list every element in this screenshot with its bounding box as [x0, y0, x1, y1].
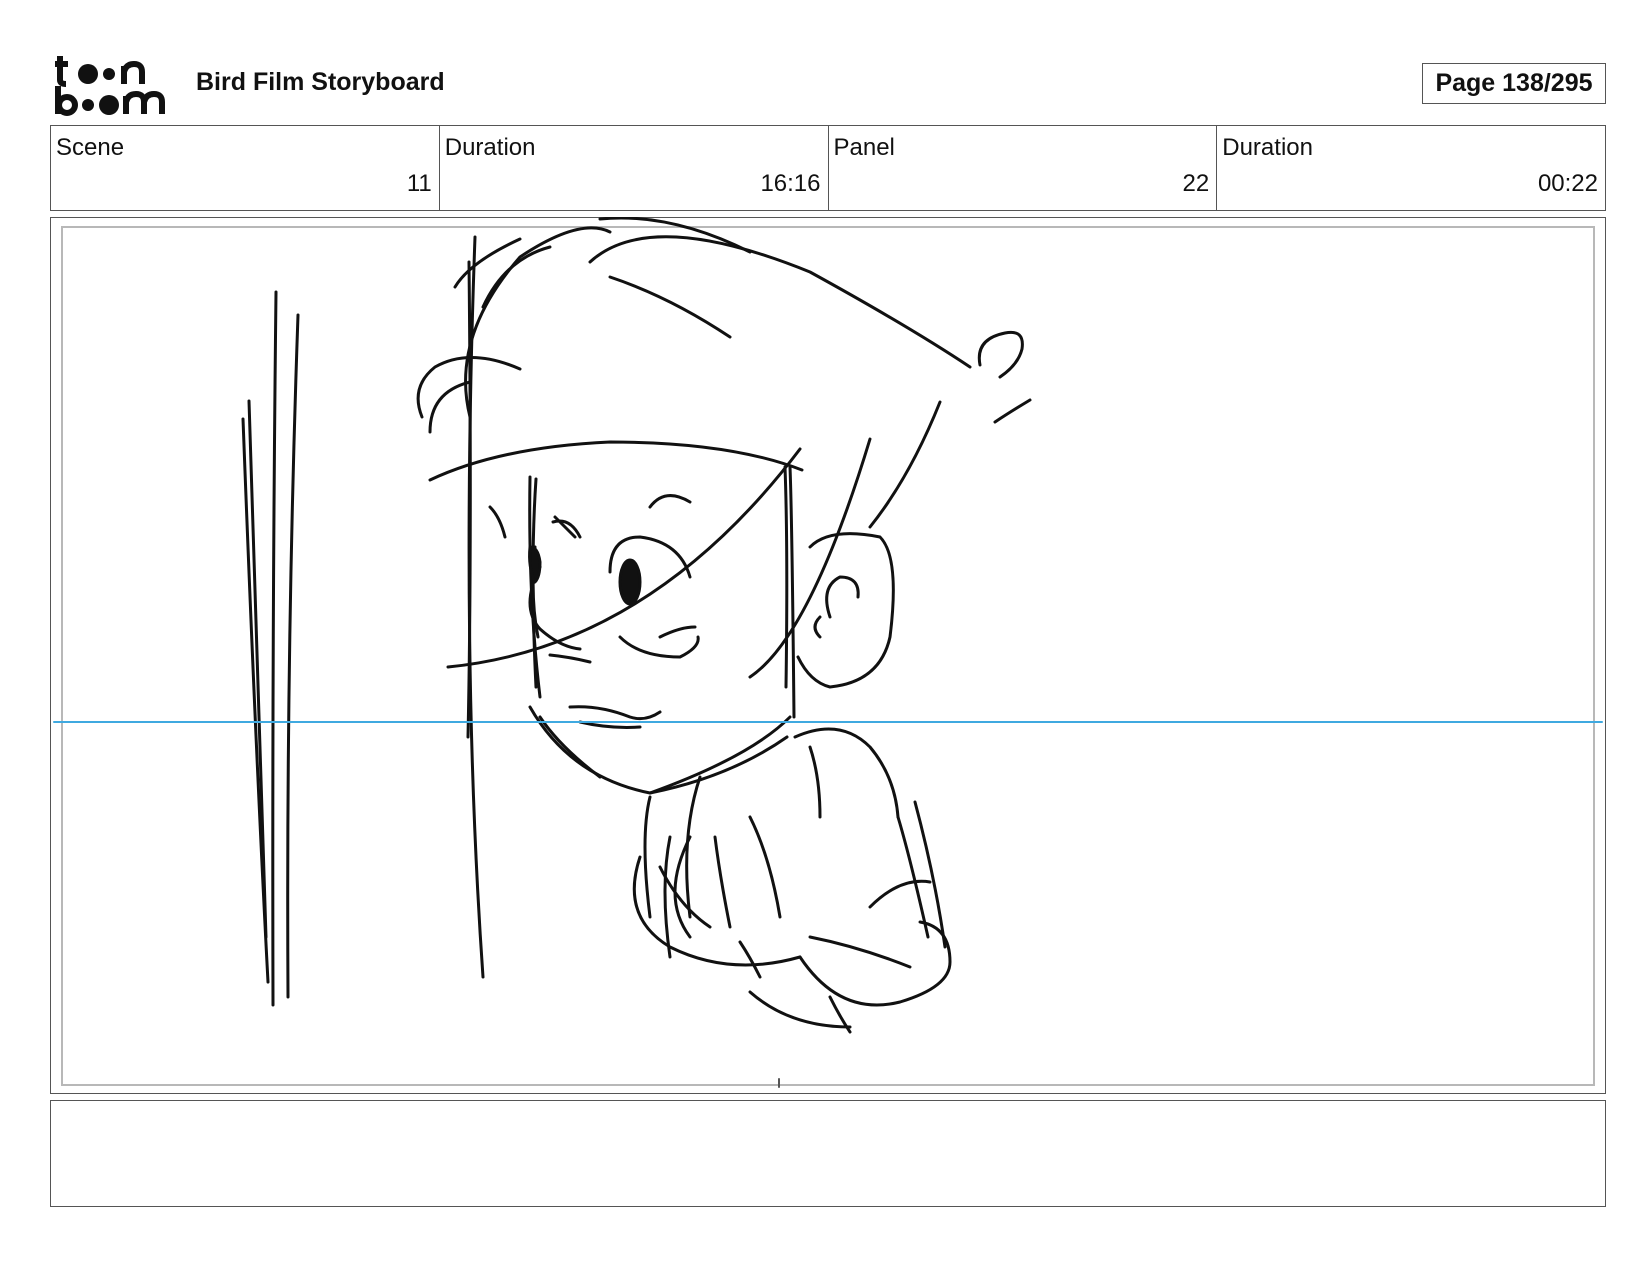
panel-cell: Panel 22: [829, 126, 1218, 210]
panel-value: 22: [1182, 170, 1210, 197]
scene-duration-value: 16:16: [760, 170, 821, 197]
face: [428, 440, 804, 795]
document-title: Bird Film Storyboard: [196, 68, 445, 96]
body: [643, 727, 947, 959]
panel-label: Panel: [833, 134, 895, 161]
panel-duration-value: 00:22: [1537, 170, 1598, 197]
mouth: [568, 705, 662, 729]
page-indicator: Page 138/295: [1422, 63, 1606, 104]
scene-duration-cell: Duration 16:16: [440, 126, 829, 210]
cheek: [618, 625, 700, 659]
hands: [632, 815, 952, 1034]
panel-duration-label: Duration: [1222, 134, 1313, 161]
scene-value: 11: [406, 170, 432, 197]
scene-info-row: Scene 11 Duration 16:16 Panel 22 Duratio…: [50, 125, 1606, 211]
panel-sketch: [53, 217, 1603, 1088]
panel-duration-cell: Duration 00:22: [1217, 126, 1605, 210]
scene-label: Scene: [56, 134, 125, 161]
scene-cell: Scene 11: [51, 126, 440, 210]
toonboom-logo: [55, 56, 165, 116]
question-mark-scribble: [977, 330, 1032, 424]
background-strokes: [241, 235, 485, 1007]
panel-notes-box: [50, 1100, 1606, 1207]
scene-duration-label: Duration: [444, 134, 536, 161]
eyes: [528, 494, 692, 606]
